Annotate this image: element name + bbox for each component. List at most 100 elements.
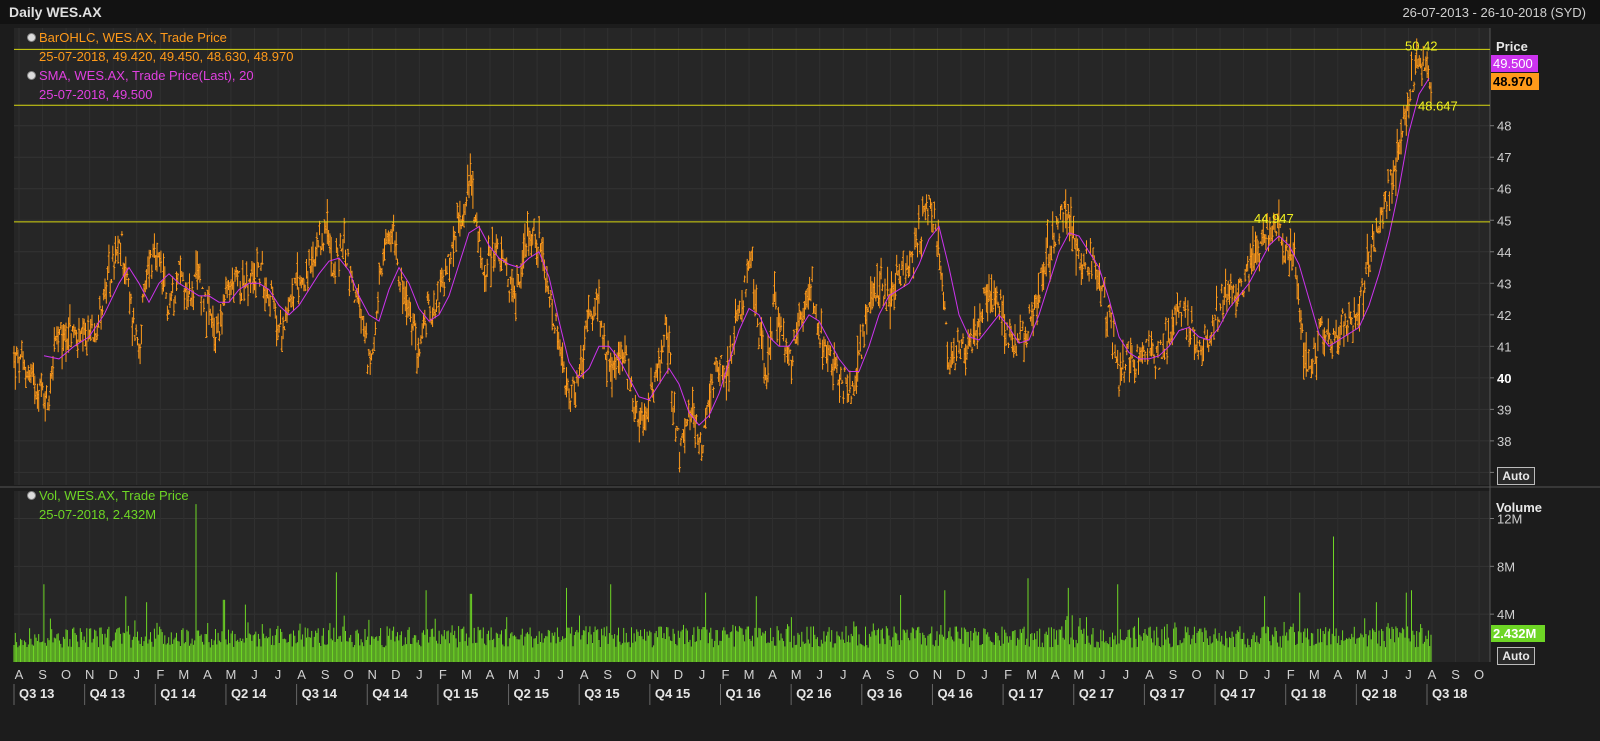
hline-label: 50.42: [1405, 38, 1438, 53]
month-label: F: [156, 667, 164, 682]
vol-legend-label: Vol, WES.AX, Trade Price: [39, 488, 189, 503]
quarter-label: Q3 18: [1432, 686, 1467, 701]
price-tick-label: 47: [1497, 150, 1511, 165]
volume-legend[interactable]: Vol, WES.AX, Trade Price 25-07-2018, 2.4…: [27, 486, 189, 524]
volume-auto-button[interactable]: Auto: [1497, 647, 1535, 665]
month-label: A: [297, 667, 306, 682]
price-tick-label: 39: [1497, 402, 1511, 417]
price-tick-label: 41: [1497, 339, 1511, 354]
month-label: J: [1099, 667, 1106, 682]
month-label: A: [580, 667, 589, 682]
price-tick-label: 44: [1497, 245, 1511, 260]
price-tick-label: 42: [1497, 308, 1511, 323]
sma-legend-label: SMA, WES.AX, Trade Price(Last), 20: [39, 68, 254, 83]
quarter-label: Q1 16: [726, 686, 761, 701]
month-label: F: [722, 667, 730, 682]
month-label: A: [862, 667, 871, 682]
volume-axis-title: Volume: [1496, 500, 1542, 515]
month-label: A: [1333, 667, 1342, 682]
month-label: J: [416, 667, 423, 682]
chart-title: Daily WES.AX: [9, 4, 102, 20]
last-price-label: 48.970: [1493, 74, 1533, 89]
month-label: O: [909, 667, 919, 682]
sma-legend-values: 25-07-2018, 49.500: [39, 87, 153, 102]
quarter-label: Q2 16: [796, 686, 831, 701]
month-label: M: [1356, 667, 1367, 682]
month-label: A: [1428, 667, 1437, 682]
month-label: A: [486, 667, 495, 682]
price-auto-button[interactable]: Auto: [1497, 467, 1535, 485]
volume-tick-label: 8M: [1497, 559, 1515, 574]
month-label: D: [391, 667, 400, 682]
month-label: S: [1169, 667, 1178, 682]
month-label: N: [368, 667, 377, 682]
month-label: S: [321, 667, 330, 682]
quarter-label: Q4 17: [1220, 686, 1255, 701]
month-label: F: [1287, 667, 1295, 682]
month-label: J: [1264, 667, 1271, 682]
month-label: J: [981, 667, 988, 682]
month-label: J: [816, 667, 823, 682]
month-label: N: [650, 667, 659, 682]
month-label: J: [1382, 667, 1389, 682]
month-label: O: [1474, 667, 1484, 682]
month-label: D: [674, 667, 683, 682]
price-axis-title: Price: [1496, 39, 1528, 54]
price-tick-label: 48: [1497, 119, 1511, 134]
price-volume-chart[interactable]: 50.4248.64744.947 3738394041424344454647…: [0, 24, 1600, 741]
bar-legend[interactable]: BarOHLC, WES.AX, Trade Price 25-07-2018,…: [27, 28, 293, 104]
month-label: J: [557, 667, 564, 682]
month-label: J: [1405, 667, 1412, 682]
quarter-label: Q2 18: [1361, 686, 1396, 701]
month-label: J: [840, 667, 847, 682]
month-label: A: [15, 667, 24, 682]
price-tick-label: 40: [1497, 371, 1511, 386]
date-range: 26-07-2013 - 26-10-2018 (SYD): [1402, 5, 1586, 20]
quarter-label: Q4 13: [90, 686, 125, 701]
price-tick-label: 38: [1497, 434, 1511, 449]
month-label: O: [1191, 667, 1201, 682]
quarter-label: Q1 15: [443, 686, 478, 701]
month-label: S: [38, 667, 47, 682]
month-label: J: [534, 667, 541, 682]
month-label: N: [85, 667, 94, 682]
price-tick-label: 46: [1497, 182, 1511, 197]
quarter-label: Q3 13: [19, 686, 54, 701]
sma-legend-dot-icon[interactable]: [27, 71, 36, 80]
month-label: J: [134, 667, 141, 682]
month-label: O: [61, 667, 71, 682]
month-label: O: [626, 667, 636, 682]
sma-value-label: 49.500: [1493, 56, 1533, 71]
month-label: J: [699, 667, 706, 682]
month-label: M: [1309, 667, 1320, 682]
quarter-label: Q2 14: [231, 686, 267, 701]
quarter-label: Q4 14: [372, 686, 408, 701]
bar-legend-values: 25-07-2018, 49.420, 49.450, 48.630, 48.9…: [39, 49, 294, 64]
month-label: S: [1451, 667, 1460, 682]
month-label: D: [109, 667, 118, 682]
vol-legend-dot-icon[interactable]: [27, 491, 36, 500]
hline-label: 44.947: [1254, 211, 1294, 226]
month-label: A: [203, 667, 212, 682]
month-label: F: [1004, 667, 1012, 682]
bar-legend-dot-icon[interactable]: [27, 33, 36, 42]
month-label: F: [439, 667, 447, 682]
quarter-label: Q4 16: [937, 686, 972, 701]
quarter-label: Q3 16: [867, 686, 902, 701]
month-label: N: [1215, 667, 1224, 682]
quarter-label: Q3 14: [302, 686, 338, 701]
price-tick-label: 43: [1497, 276, 1511, 291]
quarter-label: Q2 15: [514, 686, 549, 701]
time-axis: ASONDJFMAMJJASONDJFMAMJJASONDJFMAMJJASON…: [0, 663, 1600, 741]
quarter-label: Q3 17: [1149, 686, 1184, 701]
quarter-label: Q1 14: [160, 686, 196, 701]
month-label: J: [251, 667, 258, 682]
bar-legend-label: BarOHLC, WES.AX, Trade Price: [39, 30, 227, 45]
quarter-label: Q2 17: [1079, 686, 1114, 701]
month-label: A: [1051, 667, 1060, 682]
month-label: M: [178, 667, 189, 682]
quarter-label: Q4 15: [655, 686, 690, 701]
month-label: S: [886, 667, 895, 682]
hline-label: 48.647: [1418, 98, 1458, 113]
month-label: M: [791, 667, 802, 682]
